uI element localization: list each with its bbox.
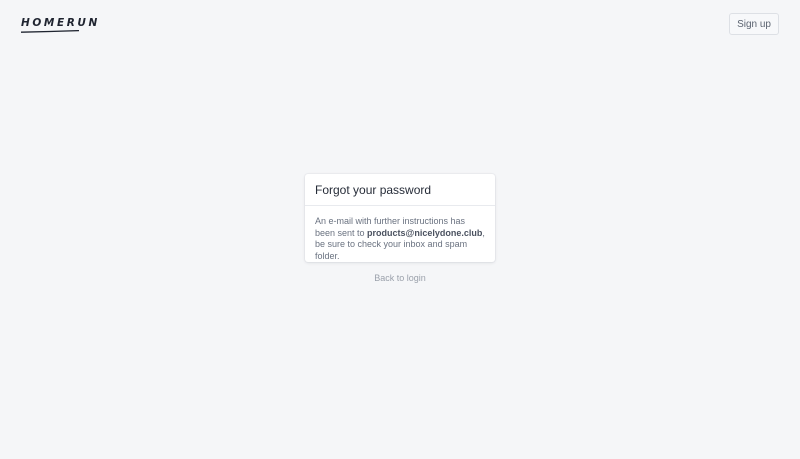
forgot-password-page: HOMERUN Sign up Forgot your password An …	[0, 0, 800, 459]
sign-up-button[interactable]: Sign up	[729, 13, 779, 35]
back-to-login-container: Back to login	[0, 273, 800, 283]
forgot-password-card: Forgot your password An e-mail with furt…	[305, 174, 495, 262]
card-message: An e-mail with further instructions has …	[305, 206, 495, 262]
back-to-login-link[interactable]: Back to login	[374, 273, 426, 283]
homerun-logo[interactable]: HOMERUN	[21, 17, 100, 33]
card-title: Forgot your password	[305, 174, 495, 206]
logo-underline-icon	[21, 30, 79, 33]
email-address: products@nicelydone.club	[367, 227, 483, 238]
sign-up-label: Sign up	[737, 18, 771, 30]
logo-wordmark: HOMERUN	[21, 17, 100, 29]
